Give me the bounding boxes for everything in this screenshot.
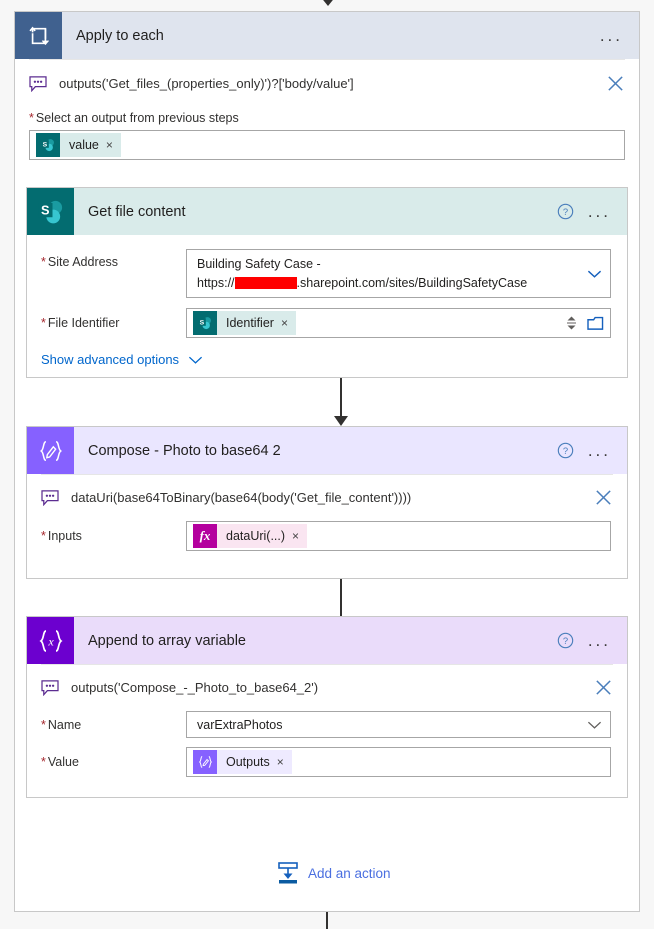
outgoing-connector-line <box>326 912 328 929</box>
apply-to-each-header[interactable]: Apply to each ... <box>15 12 639 59</box>
scope-expression-row: outputs('Get_files_(properties_only)')?[… <box>15 60 639 105</box>
add-an-action-button[interactable]: Add an action <box>277 861 391 885</box>
show-advanced-options-label: Show advanced options <box>41 352 180 367</box>
site-address-line2: https:// .sharepoint.com/sites/BuildingS… <box>197 274 587 293</box>
variable-value-field: * Value Outputs × <box>27 738 627 777</box>
flow-designer-canvas: Apply to each ... outputs('Get_files_(pr… <box>0 0 654 929</box>
comment-icon <box>29 75 47 92</box>
compose-icon <box>27 427 74 474</box>
close-icon[interactable] <box>594 488 613 507</box>
close-icon[interactable] <box>606 74 625 93</box>
token-datauri[interactable]: fx dataUri(...) × <box>193 524 308 548</box>
apply-to-each-card[interactable]: Apply to each ... outputs('Get_files_(pr… <box>14 11 640 912</box>
apply-to-each-menu-button[interactable]: ... <box>600 27 623 44</box>
get-file-content-title: Get file content <box>88 203 186 220</box>
variable-name-label: * Name <box>41 718 82 732</box>
loop-icon <box>15 12 62 59</box>
token-remove-icon[interactable]: × <box>106 133 121 157</box>
add-action-icon <box>278 862 298 884</box>
compose-card[interactable]: Compose - Photo to base64 2 ? ... dataUr… <box>26 426 628 579</box>
variable-name-field: * Name varExtraPhotos <box>27 709 627 738</box>
token-remove-icon[interactable]: × <box>292 524 307 548</box>
incoming-connector-arrow <box>323 0 333 6</box>
variable-value-input[interactable]: Outputs × <box>186 747 611 777</box>
help-icon[interactable]: ? <box>557 203 574 220</box>
svg-text:S: S <box>43 141 48 148</box>
comment-icon <box>41 489 59 506</box>
site-address-field: * Site Address Building Safety Case - htt… <box>27 235 627 298</box>
file-identifier-label: * File Identifier <box>41 316 120 330</box>
token-outputs[interactable]: Outputs × <box>193 750 292 774</box>
site-address-suffix: .sharepoint.com/sites/BuildingSafetyCase <box>296 275 528 290</box>
append-header[interactable]: x Append to array variable ? ... <box>27 617 627 664</box>
site-address-prefix: https:// <box>197 275 235 290</box>
file-identifier-input[interactable]: S Identifier × <box>186 308 611 338</box>
get-file-content-card[interactable]: S Get file content ? ... *Site Address <box>26 187 628 378</box>
append-to-array-variable-card[interactable]: x Append to array variable ? ... outputs… <box>26 616 628 798</box>
site-address-line1: Building Safety Case - <box>197 256 321 271</box>
variable-name-input[interactable]: varExtraPhotos <box>186 711 611 738</box>
variable-name-value: varExtraPhotos <box>197 717 283 732</box>
compose-menu-button[interactable]: ... <box>588 442 611 459</box>
token-identifier[interactable]: S Identifier × <box>193 311 296 335</box>
append-title: Append to array variable <box>88 632 246 649</box>
svg-text:S: S <box>200 319 205 326</box>
get-file-content-header[interactable]: S Get file content ? ... <box>27 188 627 235</box>
token-identifier-label: Identifier <box>226 316 274 330</box>
add-an-action-label: Add an action <box>308 865 391 881</box>
required-marker: * <box>29 111 34 125</box>
scope-output-field: * Select an output from previous steps S … <box>15 105 639 160</box>
chevron-down-icon[interactable] <box>587 269 602 279</box>
redaction-block <box>234 277 297 289</box>
variable-value-label: * Value <box>41 755 79 769</box>
compose-expression-row: dataUri(base64ToBinary(base64(body('Get_… <box>27 475 627 519</box>
inputs-label: * Inputs <box>41 529 82 543</box>
fx-icon: fx <box>193 524 217 548</box>
inputs-input[interactable]: fx dataUri(...) × <box>186 521 611 551</box>
token-remove-icon[interactable]: × <box>277 750 292 774</box>
close-icon[interactable] <box>594 678 613 697</box>
svg-text:x: x <box>47 634 54 648</box>
svg-text:?: ? <box>563 207 568 218</box>
sharepoint-icon: S <box>36 133 60 157</box>
token-remove-icon[interactable]: × <box>281 311 296 335</box>
compose-title: Compose - Photo to base64 2 <box>88 442 281 459</box>
token-value[interactable]: S value × <box>36 133 121 157</box>
folder-picker-icon[interactable] <box>587 316 604 331</box>
site-address-input[interactable]: Building Safety Case - https:// .sharepo… <box>186 249 611 298</box>
chevron-down-icon[interactable] <box>587 720 602 730</box>
comment-icon <box>41 679 59 696</box>
compose-header[interactable]: Compose - Photo to base64 2 ? ... <box>27 427 627 474</box>
sharepoint-icon: S <box>193 311 217 335</box>
inputs-field: * Inputs fx dataUri(...) × <box>27 519 627 551</box>
scope-output-input[interactable]: S value × <box>29 130 625 160</box>
scope-output-label: * Select an output from previous steps <box>29 111 239 125</box>
append-menu-button[interactable]: ... <box>588 632 611 649</box>
svg-text:?: ? <box>563 446 568 457</box>
token-value-label: value <box>69 138 99 152</box>
help-icon[interactable]: ? <box>557 632 574 649</box>
sharepoint-icon: S <box>27 188 74 235</box>
chevron-down-icon[interactable] <box>188 355 203 365</box>
svg-text:S: S <box>41 202 50 217</box>
help-icon[interactable]: ? <box>557 442 574 459</box>
spinner-icon[interactable] <box>566 313 577 333</box>
connector-arrow-1 <box>334 378 348 426</box>
file-identifier-field: * File Identifier S Identifier × <box>27 298 627 338</box>
site-address-label: * Site Address <box>41 255 119 269</box>
scope-expression-text: outputs('Get_files_(properties_only)')?[… <box>59 76 354 91</box>
show-advanced-options-link[interactable]: Show advanced options <box>27 338 627 367</box>
get-file-content-menu-button[interactable]: ... <box>588 203 611 220</box>
append-expression-row: outputs('Compose_-_Photo_to_base64_2') <box>27 665 627 709</box>
token-outputs-label: Outputs <box>226 755 270 769</box>
variable-icon: x <box>27 617 74 664</box>
svg-text:?: ? <box>563 636 568 647</box>
compose-expression-text: dataUri(base64ToBinary(base64(body('Get_… <box>71 490 412 505</box>
append-expression-text: outputs('Compose_-_Photo_to_base64_2') <box>71 680 319 695</box>
apply-to-each-title: Apply to each <box>76 27 164 44</box>
token-datauri-label: dataUri(...) <box>226 529 286 543</box>
compose-icon <box>193 750 217 774</box>
